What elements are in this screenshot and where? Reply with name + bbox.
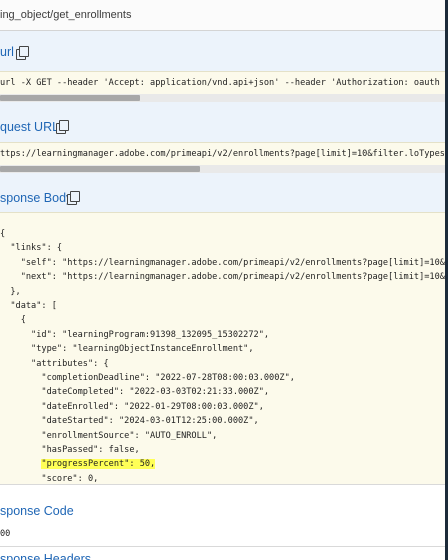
request-url-section-header: quest URL bbox=[0, 102, 445, 142]
curl-command-box[interactable]: url -X GET --header 'Accept: application… bbox=[0, 71, 445, 94]
curl-scrollbar[interactable] bbox=[0, 94, 445, 102]
response-body-line: "attributes": { bbox=[0, 358, 109, 369]
response-body-section-header: sponse Body bbox=[0, 173, 445, 212]
endpoint-path: ing_object/get_enrollments bbox=[0, 9, 132, 21]
response-body-line: "links": { bbox=[0, 243, 63, 254]
response-body-line: "id": "learningProgram:91398_132095_1530… bbox=[0, 329, 270, 340]
response-body-line: "data": [ bbox=[0, 301, 57, 311]
response-code-section-header: sponse Code bbox=[0, 490, 445, 526]
request-url-scrollbar-thumb[interactable] bbox=[0, 166, 200, 172]
response-body-line: { bbox=[0, 315, 26, 326]
response-body-line: "score": 0, bbox=[0, 473, 99, 484]
curl-section-header: url bbox=[0, 31, 445, 71]
response-body-line: "completionDeadline": "2022-07-28T08:00:… bbox=[0, 373, 295, 383]
response-code-title: sponse Code bbox=[0, 504, 74, 518]
request-url-scrollbar[interactable] bbox=[0, 165, 445, 173]
request-url-box[interactable]: ttps://learningmanager.adobe.com/primeap… bbox=[0, 142, 445, 165]
response-body-line: "dateEnrolled": "2022-01-29T08:00:03.000… bbox=[0, 401, 264, 412]
request-url-title: quest URL bbox=[0, 120, 60, 134]
response-headers-section-header: sponse Headers bbox=[0, 546, 445, 560]
response-code-value: 00 bbox=[0, 529, 11, 539]
response-body-line: "type": "learningObjectInstanceEnrollmen… bbox=[0, 344, 254, 355]
copy-icon[interactable] bbox=[56, 120, 69, 134]
response-headers-title: sponse Headers bbox=[0, 552, 92, 560]
response-body-line: "self": "https://learningmanager.adobe.c… bbox=[0, 257, 445, 268]
swagger-panel: ing_object/get_enrollments url url -X GE… bbox=[0, 0, 448, 560]
response-body-line: "dateStarted": "2024-03-01T12:25:00.000Z… bbox=[0, 416, 259, 427]
curl-scrollbar-thumb[interactable] bbox=[0, 95, 140, 101]
response-code-row: 00 bbox=[0, 526, 445, 546]
response-body-line: }, bbox=[0, 286, 21, 297]
endpoint-path-bar: ing_object/get_enrollments bbox=[0, 0, 445, 31]
response-body-line: "hasPassed": false, bbox=[0, 445, 140, 455]
divider bbox=[0, 484, 445, 485]
response-body-line: "dateCompleted": "2022-03-03T02:21:33.00… bbox=[0, 387, 270, 398]
response-body-title: sponse Body bbox=[0, 191, 73, 205]
curl-command: url -X GET --header 'Accept: application… bbox=[0, 78, 445, 88]
request-url-value: ttps://learningmanager.adobe.com/primeap… bbox=[0, 149, 445, 159]
curl-title: url bbox=[0, 45, 14, 59]
response-body-line: "enrollmentSource": "AUTO_ENROLL", bbox=[0, 430, 218, 441]
response-body-code[interactable]: { "links": { "self": "https://learningma… bbox=[0, 212, 445, 484]
response-body-line: "progressPercent": 50, bbox=[0, 457, 156, 471]
response-body-line: "next": "https://learningmanager.adobe.c… bbox=[0, 272, 445, 283]
highlighted-text: "progressPercent": 50, bbox=[41, 459, 156, 470]
response-body-line: { bbox=[0, 229, 6, 239]
copy-icon[interactable] bbox=[16, 46, 29, 60]
copy-icon[interactable] bbox=[67, 191, 80, 205]
